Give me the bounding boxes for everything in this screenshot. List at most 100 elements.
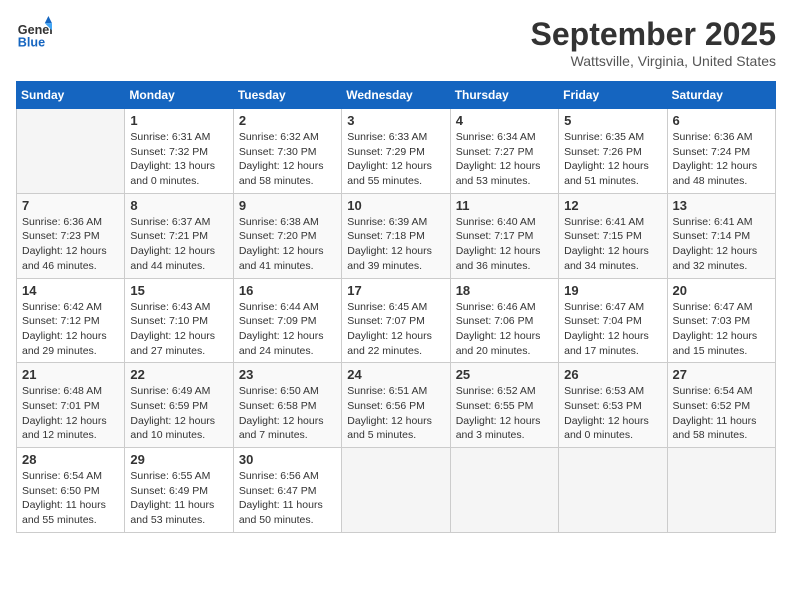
day-number: 19 <box>564 283 661 298</box>
day-number: 4 <box>456 113 553 128</box>
day-number: 18 <box>456 283 553 298</box>
day-info: Sunrise: 6:46 AMSunset: 7:06 PMDaylight:… <box>456 300 553 359</box>
calendar-cell: 4 Sunrise: 6:34 AMSunset: 7:27 PMDaylight… <box>450 109 558 194</box>
calendar-cell: 19 Sunrise: 6:47 AMSunset: 7:04 PMDayligh… <box>559 278 667 363</box>
day-number: 28 <box>22 452 119 467</box>
day-info: Sunrise: 6:41 AMSunset: 7:14 PMDaylight:… <box>673 215 770 274</box>
day-number: 1 <box>130 113 227 128</box>
calendar-cell <box>342 448 450 533</box>
calendar-cell: 28 Sunrise: 6:54 AMSunset: 6:50 PMDayligh… <box>17 448 125 533</box>
calendar-cell: 21 Sunrise: 6:48 AMSunset: 7:01 PMDayligh… <box>17 363 125 448</box>
calendar-cell: 30Sunrise: 6:56 AMSunset: 6:47 PMDayligh… <box>233 448 341 533</box>
calendar-cell: 27Sunrise: 6:54 AMSunset: 6:52 PMDayligh… <box>667 363 775 448</box>
day-info: Sunrise: 6:54 AMSunset: 6:50 PMDaylight:… <box>22 469 119 528</box>
day-number: 11 <box>456 198 553 213</box>
calendar-cell: 5 Sunrise: 6:35 AMSunset: 7:26 PMDaylight… <box>559 109 667 194</box>
calendar-cell: 11 Sunrise: 6:40 AMSunset: 7:17 PMDayligh… <box>450 193 558 278</box>
day-number: 17 <box>347 283 444 298</box>
calendar-cell: 18 Sunrise: 6:46 AMSunset: 7:06 PMDayligh… <box>450 278 558 363</box>
day-info: Sunrise: 6:48 AMSunset: 7:01 PMDaylight:… <box>22 384 119 443</box>
calendar-week-row: 7Sunrise: 6:36 AMSunset: 7:23 PMDaylight… <box>17 193 776 278</box>
day-number: 27 <box>673 367 770 382</box>
day-number: 7 <box>22 198 119 213</box>
day-number: 14 <box>22 283 119 298</box>
calendar-cell: 29 Sunrise: 6:55 AMSunset: 6:49 PMDayligh… <box>125 448 233 533</box>
day-info: Sunrise: 6:37 AMSunset: 7:21 PMDaylight:… <box>130 215 227 274</box>
day-number: 8 <box>130 198 227 213</box>
day-info: Sunrise: 6:38 AMSunset: 7:20 PMDaylight:… <box>239 215 336 274</box>
day-header: Wednesday <box>342 82 450 109</box>
day-header: Tuesday <box>233 82 341 109</box>
day-info: Sunrise: 6:39 AMSunset: 7:18 PMDaylight:… <box>347 215 444 274</box>
day-info: Sunrise: 6:49 AMSunset: 6:59 PMDaylight:… <box>130 384 227 443</box>
day-info: Sunrise: 6:42 AMSunset: 7:12 PMDaylight:… <box>22 300 119 359</box>
day-info: Sunrise: 6:51 AMSunset: 6:56 PMDaylight:… <box>347 384 444 443</box>
day-header: Saturday <box>667 82 775 109</box>
calendar-cell: 10 Sunrise: 6:39 AMSunset: 7:18 PMDayligh… <box>342 193 450 278</box>
calendar-cell <box>450 448 558 533</box>
calendar-cell: 9 Sunrise: 6:38 AMSunset: 7:20 PMDaylight… <box>233 193 341 278</box>
day-number: 5 <box>564 113 661 128</box>
day-header: Sunday <box>17 82 125 109</box>
day-info: Sunrise: 6:33 AMSunset: 7:29 PMDaylight:… <box>347 130 444 189</box>
day-number: 9 <box>239 198 336 213</box>
calendar-cell: 14 Sunrise: 6:42 AMSunset: 7:12 PMDayligh… <box>17 278 125 363</box>
day-number: 20 <box>673 283 770 298</box>
title-block: September 2025 Wattsville, Virginia, Uni… <box>531 16 776 69</box>
calendar-cell: 13 Sunrise: 6:41 AMSunset: 7:14 PMDayligh… <box>667 193 775 278</box>
calendar-cell: 12 Sunrise: 6:41 AMSunset: 7:15 PMDayligh… <box>559 193 667 278</box>
day-info: Sunrise: 6:35 AMSunset: 7:26 PMDaylight:… <box>564 130 661 189</box>
day-number: 6 <box>673 113 770 128</box>
calendar-cell: 3 Sunrise: 6:33 AMSunset: 7:29 PMDaylight… <box>342 109 450 194</box>
day-number: 25 <box>456 367 553 382</box>
calendar-header-row: SundayMondayTuesdayWednesdayThursdayFrid… <box>17 82 776 109</box>
month-title: September 2025 <box>531 16 776 53</box>
day-info: Sunrise: 6:41 AMSunset: 7:15 PMDaylight:… <box>564 215 661 274</box>
day-number: 13 <box>673 198 770 213</box>
day-info: Sunrise: 6:31 AMSunset: 7:32 PMDaylight:… <box>130 130 227 189</box>
page-header: General Blue September 2025 Wattsville, … <box>16 16 776 69</box>
calendar-cell: 2 Sunrise: 6:32 AMSunset: 7:30 PMDaylight… <box>233 109 341 194</box>
calendar-cell: 17Sunrise: 6:45 AMSunset: 7:07 PMDayligh… <box>342 278 450 363</box>
day-number: 2 <box>239 113 336 128</box>
day-info: Sunrise: 6:32 AMSunset: 7:30 PMDaylight:… <box>239 130 336 189</box>
calendar-cell: 22Sunrise: 6:49 AMSunset: 6:59 PMDayligh… <box>125 363 233 448</box>
logo: General Blue <box>16 16 52 52</box>
logo-icon: General Blue <box>16 16 52 52</box>
day-number: 12 <box>564 198 661 213</box>
day-info: Sunrise: 6:47 AMSunset: 7:04 PMDaylight:… <box>564 300 661 359</box>
day-number: 3 <box>347 113 444 128</box>
day-number: 16 <box>239 283 336 298</box>
calendar-table: SundayMondayTuesdayWednesdayThursdayFrid… <box>16 81 776 533</box>
day-info: Sunrise: 6:50 AMSunset: 6:58 PMDaylight:… <box>239 384 336 443</box>
day-number: 23 <box>239 367 336 382</box>
day-info: Sunrise: 6:40 AMSunset: 7:17 PMDaylight:… <box>456 215 553 274</box>
calendar-cell: 16Sunrise: 6:44 AMSunset: 7:09 PMDayligh… <box>233 278 341 363</box>
svg-text:Blue: Blue <box>18 36 45 50</box>
calendar-cell: 20Sunrise: 6:47 AMSunset: 7:03 PMDayligh… <box>667 278 775 363</box>
day-number: 21 <box>22 367 119 382</box>
day-header: Thursday <box>450 82 558 109</box>
calendar-week-row: 21 Sunrise: 6:48 AMSunset: 7:01 PMDayligh… <box>17 363 776 448</box>
day-number: 15 <box>130 283 227 298</box>
calendar-cell: 7Sunrise: 6:36 AMSunset: 7:23 PMDaylight… <box>17 193 125 278</box>
day-info: Sunrise: 6:52 AMSunset: 6:55 PMDaylight:… <box>456 384 553 443</box>
calendar-cell <box>559 448 667 533</box>
day-number: 24 <box>347 367 444 382</box>
day-number: 29 <box>130 452 227 467</box>
day-number: 30 <box>239 452 336 467</box>
calendar-week-row: 1 Sunrise: 6:31 AMSunset: 7:32 PMDaylight… <box>17 109 776 194</box>
day-number: 10 <box>347 198 444 213</box>
calendar-week-row: 28 Sunrise: 6:54 AMSunset: 6:50 PMDayligh… <box>17 448 776 533</box>
calendar-week-row: 14 Sunrise: 6:42 AMSunset: 7:12 PMDayligh… <box>17 278 776 363</box>
location: Wattsville, Virginia, United States <box>531 53 776 69</box>
day-info: Sunrise: 6:43 AMSunset: 7:10 PMDaylight:… <box>130 300 227 359</box>
day-info: Sunrise: 6:53 AMSunset: 6:53 PMDaylight:… <box>564 384 661 443</box>
calendar-cell: 8 Sunrise: 6:37 AMSunset: 7:21 PMDaylight… <box>125 193 233 278</box>
day-info: Sunrise: 6:55 AMSunset: 6:49 PMDaylight:… <box>130 469 227 528</box>
calendar-cell <box>17 109 125 194</box>
day-header: Monday <box>125 82 233 109</box>
day-info: Sunrise: 6:34 AMSunset: 7:27 PMDaylight:… <box>456 130 553 189</box>
calendar-cell <box>667 448 775 533</box>
calendar-cell: 15 Sunrise: 6:43 AMSunset: 7:10 PMDayligh… <box>125 278 233 363</box>
